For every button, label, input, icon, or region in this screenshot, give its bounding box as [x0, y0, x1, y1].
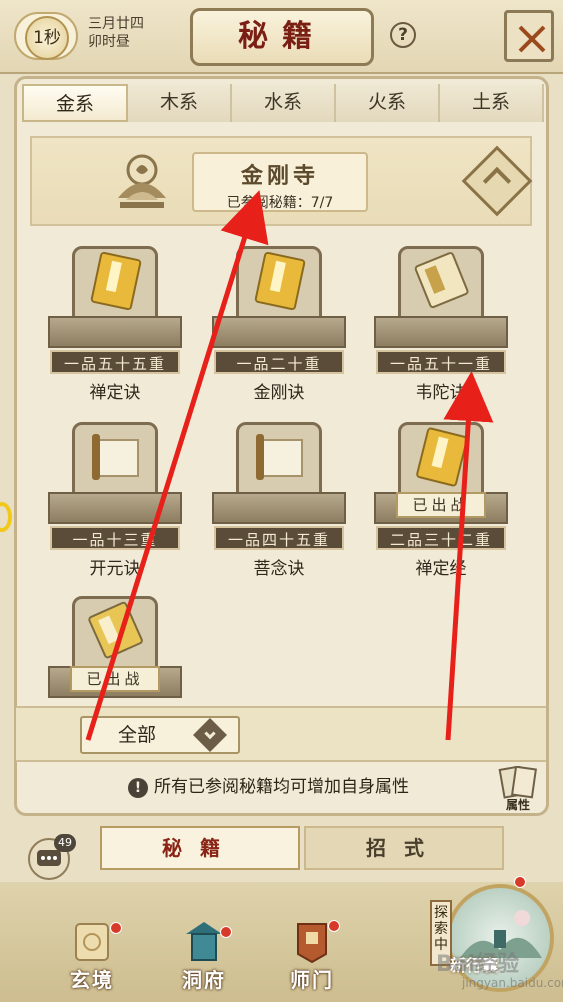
book-icon — [414, 252, 469, 309]
book-name: 禅定诀 — [89, 383, 141, 403]
nav-xuanjing[interactable]: 玄境 — [52, 912, 132, 996]
stand-base — [374, 316, 508, 348]
scroll-book-icon — [498, 765, 537, 799]
close-icon — [518, 25, 546, 53]
book-rank: 一品五十五重 — [50, 350, 180, 374]
lotus-emblem-icon — [118, 154, 166, 208]
filter-dropdown[interactable]: 全部 — [80, 716, 240, 754]
book-rank: 一品二十重 — [214, 350, 344, 374]
nav-label: 玄境 — [70, 968, 114, 992]
tab-moves[interactable]: 招式 — [304, 826, 504, 870]
tab-metal[interactable]: 金系 — [22, 84, 128, 122]
notification-dot — [328, 920, 340, 932]
subtab-bar: 秘籍 招式 — [80, 826, 510, 872]
lunar-date: 三月廿四 — [88, 16, 144, 32]
scroll-icon — [256, 434, 303, 480]
book-rank: 一品五十一重 — [376, 350, 506, 374]
nav-label: 师门 — [290, 968, 334, 992]
book-icon — [88, 601, 143, 659]
sect-plaque: 金刚寺 已参阅秘籍：7/7 — [192, 152, 368, 212]
tab-earth[interactable]: 土系 — [440, 84, 544, 122]
book-card[interactable]: 已出战 — [44, 588, 186, 702]
exclamation-icon: ! — [128, 778, 148, 798]
tab-fire[interactable]: 火系 — [336, 84, 440, 122]
filter-label: 全部 — [118, 724, 157, 746]
book-rank: 一品十三重 — [50, 526, 180, 550]
watermark-url: jingyan.baidu.com — [462, 976, 563, 990]
book-name: 禅定经 — [415, 559, 467, 579]
tab-secret-books[interactable]: 秘籍 — [100, 826, 300, 870]
dropdown-icon — [193, 718, 227, 752]
filter-bar: 全部 — [16, 706, 546, 762]
nav-shimen[interactable]: 师门 — [272, 912, 352, 996]
book-grid: 一品五十五重 禅定诀 一品二十重 金刚诀 一品五十一重 韦陀诀 一品十三重 开元 — [42, 232, 522, 702]
pavilion-icon — [186, 922, 222, 961]
nav-label: 洞府 — [182, 968, 226, 992]
book-card[interactable]: 一品五十一重 韦陀诀 — [370, 238, 512, 404]
book-rank: 一品四十五重 — [214, 526, 344, 550]
book-name: 金刚诀 — [253, 383, 305, 403]
book-icon — [90, 251, 142, 311]
attribute-button[interactable]: 属性 — [494, 765, 542, 816]
tab-wood[interactable]: 木系 — [128, 84, 232, 122]
notification-dot — [514, 876, 526, 888]
book-card[interactable]: 一品四十五重 菩念诀 — [208, 414, 350, 580]
notification-dot — [220, 926, 232, 938]
book-card[interactable]: 一品十三重 开元诀 — [44, 414, 186, 580]
deployed-badge: 已出战 — [396, 492, 486, 518]
element-tabs: 金系 木系 水系 火系 土系 — [22, 84, 544, 122]
sect-header: 金刚寺 已参阅秘籍：7/7 — [30, 136, 533, 226]
stand-base — [48, 316, 182, 348]
tab-water[interactable]: 水系 — [232, 84, 336, 122]
book-card[interactable]: 已出战 二品三十二重 禅定经 — [370, 414, 512, 580]
info-text: 所有已参阅秘籍均可增加自身属性 — [154, 777, 409, 797]
watermark: Bai经验 — [436, 952, 520, 977]
deployed-badge: 已出战 — [70, 666, 160, 692]
notification-dot — [110, 922, 122, 934]
book-rank: 二品三十二重 — [376, 526, 506, 550]
book-card[interactable]: 一品五十五重 禅定诀 — [44, 238, 186, 404]
chat-count-badge: 49 — [54, 834, 76, 852]
timer-badge[interactable]: 1秒 — [25, 16, 69, 60]
book-card[interactable]: 一品二十重 金刚诀 — [208, 238, 350, 404]
help-icon[interactable]: ? — [390, 22, 416, 48]
chevron-up-icon — [482, 166, 512, 196]
scroll-icon — [92, 434, 139, 480]
stand-base — [212, 316, 346, 348]
lunar-time: 卯时昼 — [88, 34, 130, 50]
top-bar: 1秒 三月廿四 卯时昼 秘籍 ? — [0, 0, 563, 74]
nav-dongfu[interactable]: 洞府 — [164, 912, 244, 996]
collapse-button[interactable] — [461, 145, 533, 217]
book-name: 韦陀诀 — [415, 383, 467, 403]
sect-name: 金刚寺 — [240, 163, 319, 189]
close-button[interactable] — [504, 10, 554, 62]
realm-scroll-icon — [75, 923, 109, 961]
info-row: ! 所有已参阅秘籍均可增加自身属性 — [128, 772, 409, 798]
page-title: 秘籍 — [190, 8, 374, 66]
attribute-label: 属性 — [505, 798, 530, 812]
book-name: 菩念诀 — [253, 559, 305, 579]
lunar-date-time: 三月廿四 卯时昼 — [88, 15, 144, 51]
sect-progress: 已参阅秘籍：7/7 — [226, 195, 334, 211]
book-icon — [254, 251, 306, 311]
book-icon — [416, 427, 468, 487]
book-name: 开元诀 — [89, 559, 141, 579]
stand-base — [212, 492, 346, 524]
stand-base — [48, 492, 182, 524]
edge-ring-icon — [0, 502, 12, 532]
